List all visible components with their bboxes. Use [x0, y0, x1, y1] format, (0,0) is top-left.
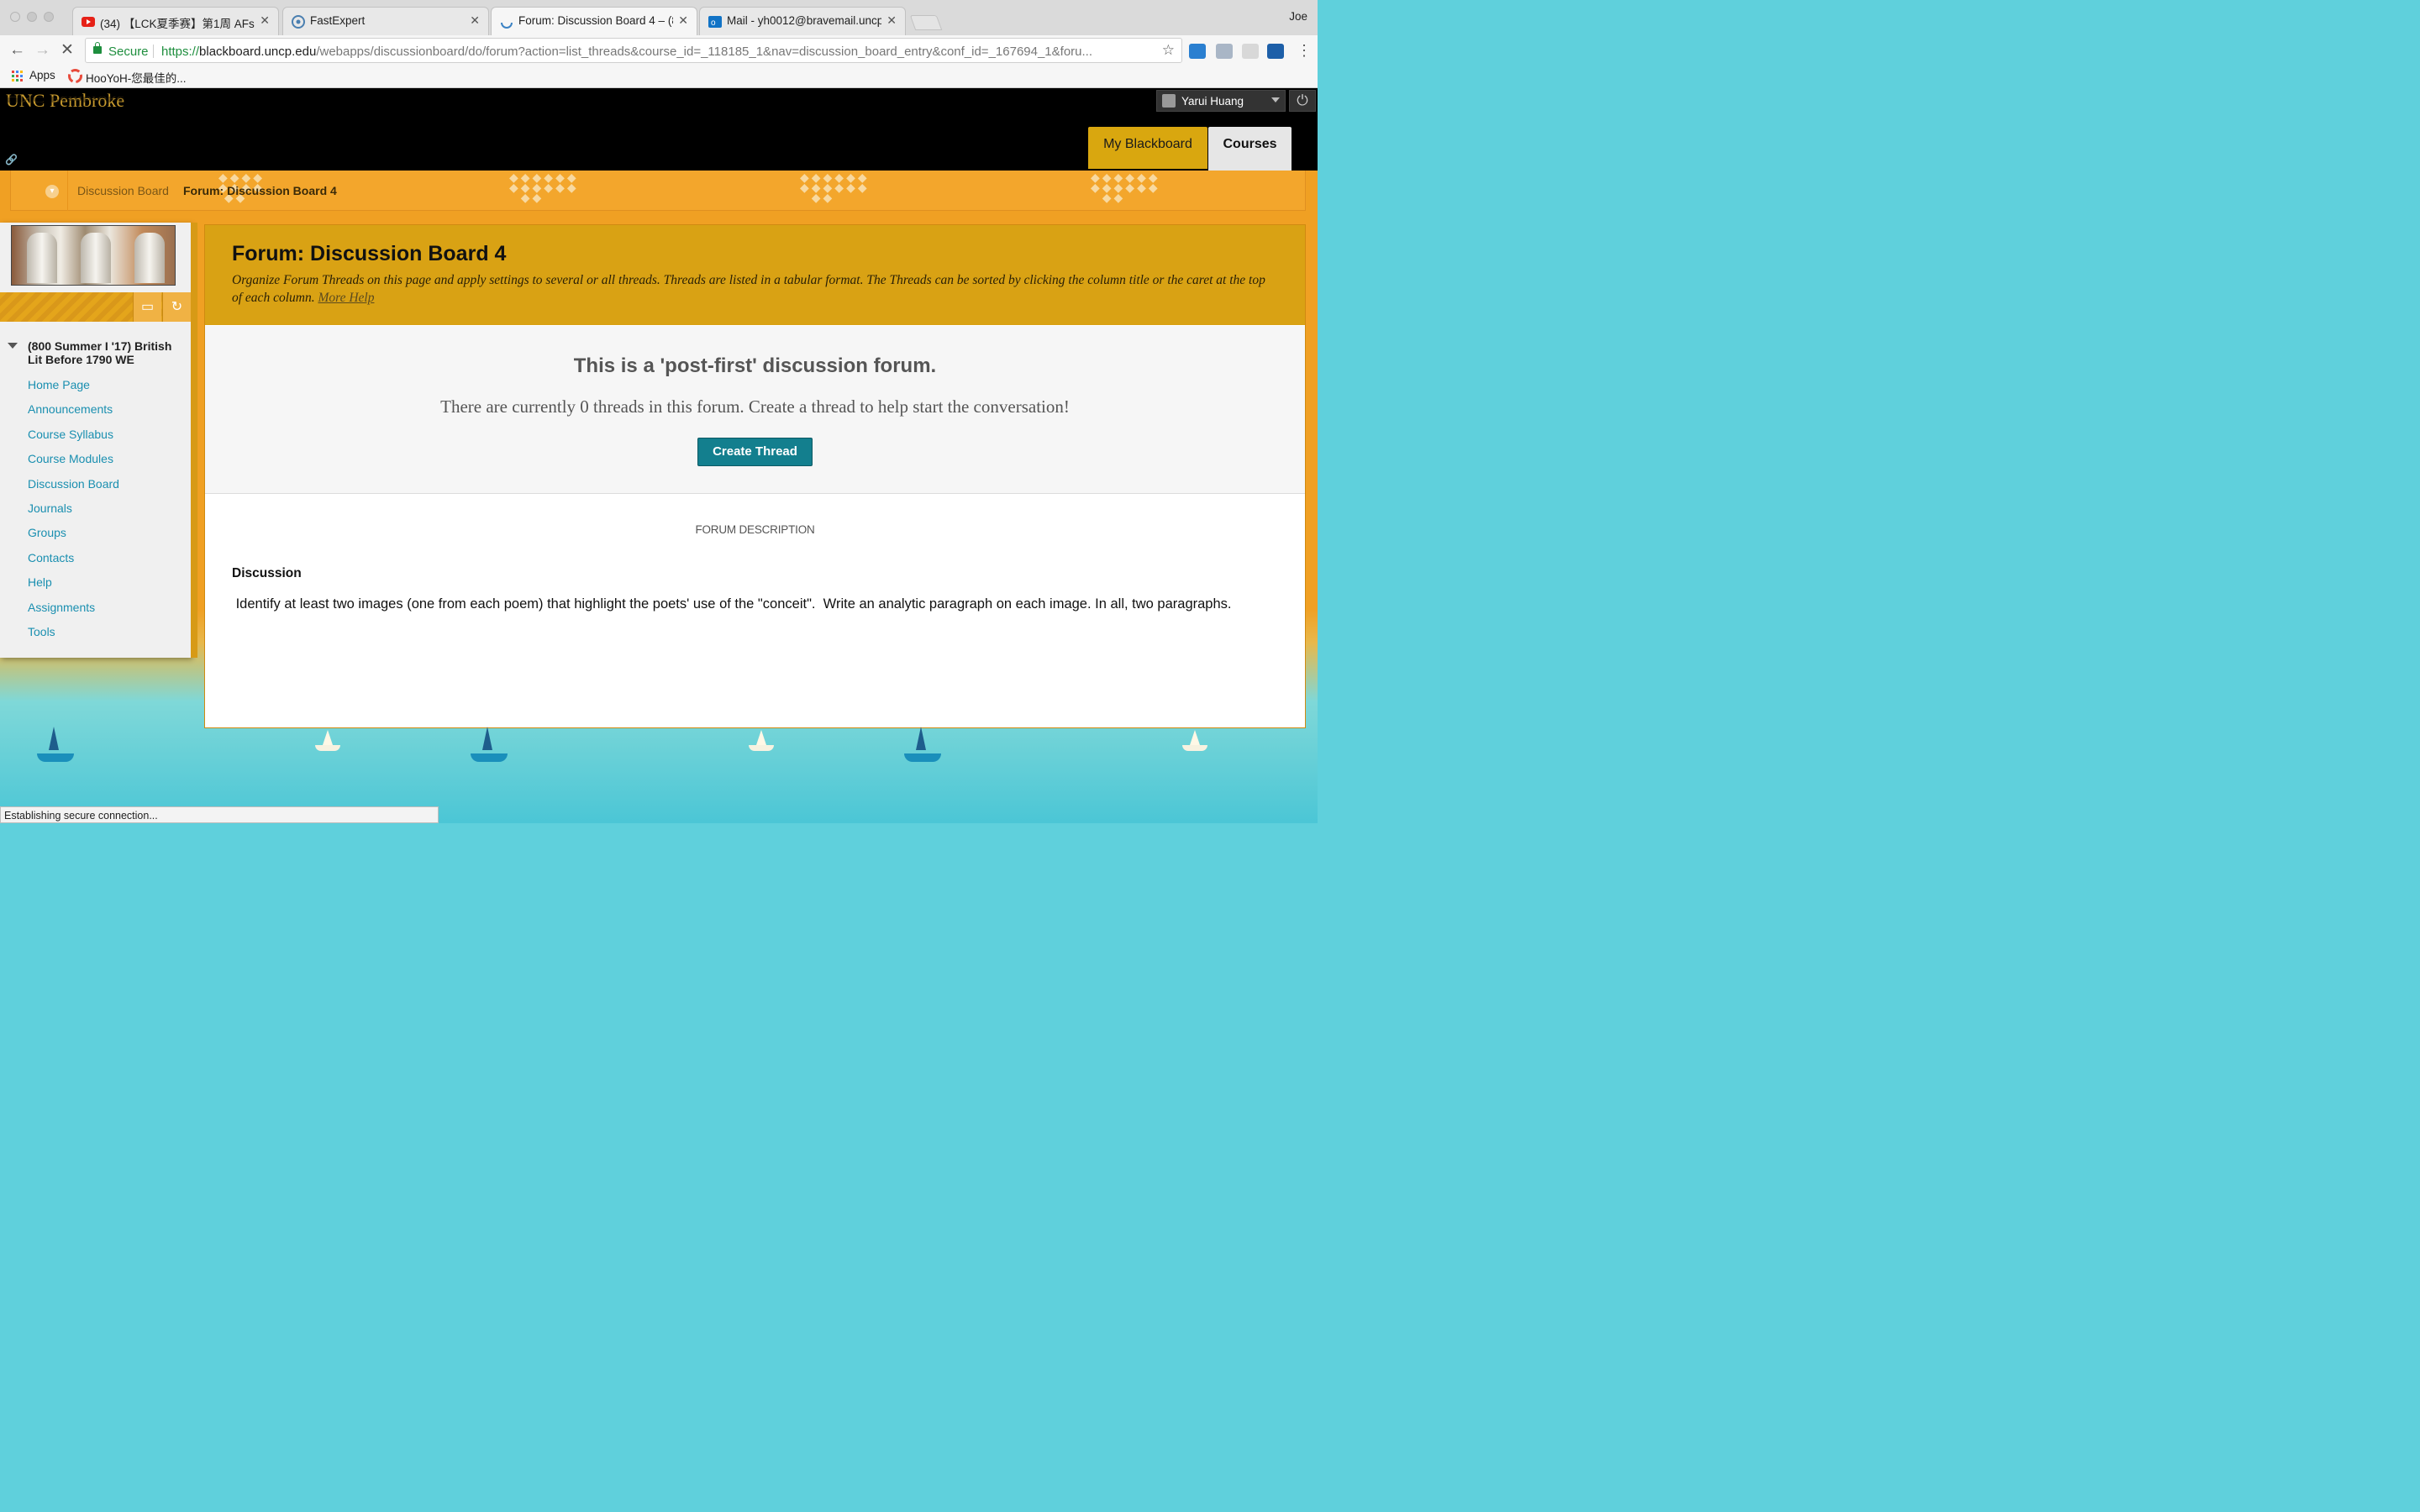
forward-arrow-icon[interactable]: →: [34, 42, 50, 59]
logo-reflection: UNC Pembroke: [6, 94, 125, 106]
address-bar[interactable]: Secure https://blackboard.uncp.edu/webap…: [85, 38, 1182, 63]
browser-tab-youtube[interactable]: (34) 【LCK夏季赛】第1周 AFs ✕: [72, 7, 279, 35]
close-tab-icon[interactable]: ✕: [260, 13, 270, 28]
browser-tab-fastexpert[interactable]: FastExpert ✕: [282, 7, 489, 35]
browser-profile-name[interactable]: Joe: [1289, 10, 1307, 23]
page-title: Forum: Discussion Board 4: [232, 242, 507, 265]
sailboat-decoration: [743, 727, 780, 769]
user-menu[interactable]: Yarui Huang: [1156, 90, 1286, 112]
sidebar-item-groups[interactable]: Groups: [28, 526, 66, 539]
sailboat-decoration: [1176, 727, 1213, 769]
avatar: [1162, 94, 1176, 108]
sailboat-decoration: [904, 727, 941, 769]
window-close-button[interactable]: [10, 12, 20, 22]
back-arrow-icon[interactable]: ←: [9, 42, 25, 59]
lock-icon: [93, 42, 102, 54]
decorative-dots: ◆◆◆◆◆◆ ◆◆◆◆◆◆ ◆◆: [1091, 171, 1160, 204]
sidebar-item-assignments[interactable]: Assignments: [28, 601, 95, 614]
youtube-icon: [82, 15, 95, 29]
tab-courses[interactable]: Courses: [1208, 127, 1292, 171]
close-tab-icon[interactable]: ✕: [678, 13, 688, 28]
sidebar-item-home-page[interactable]: Home Page: [28, 378, 90, 391]
post-first-notice: This is a 'post-first' discussion forum.…: [205, 326, 1305, 494]
close-tab-icon[interactable]: ✕: [886, 13, 897, 28]
svg-text:o: o: [711, 18, 716, 28]
hooyoh-icon: [68, 69, 82, 87]
forum-description-heading: Discussion: [232, 566, 302, 580]
user-name: Yarui Huang: [1181, 95, 1244, 108]
create-thread-button[interactable]: Create Thread: [697, 438, 813, 466]
sidebar-item-help[interactable]: Help: [28, 575, 52, 589]
power-icon[interactable]: ⏻: [1289, 90, 1316, 112]
url-text[interactable]: https://blackboard.uncp.edu/webapps/disc…: [161, 45, 1158, 59]
link-icon[interactable]: 🔗: [5, 154, 18, 165]
refresh-icon[interactable]: ↻: [162, 292, 191, 322]
sailboat-decoration: [37, 727, 74, 769]
close-tab-icon[interactable]: ✕: [470, 13, 480, 28]
address-divider: [153, 45, 154, 58]
forum-instructions: Organize Forum Threads on this page and …: [232, 273, 1265, 305]
bookmark-icon[interactable]: [1242, 44, 1259, 59]
decorative-dots: ◆◆◆◆◆◆ ◆◆◆◆◆◆ ◆◆: [800, 171, 870, 204]
course-title[interactable]: (800 Summer I '17) British Lit Before 17…: [28, 339, 183, 366]
new-tab-button[interactable]: [909, 15, 943, 30]
chevron-down-icon: [1271, 97, 1280, 102]
fastexpert-icon: [292, 15, 305, 29]
stop-loading-icon[interactable]: ✕: [60, 42, 74, 59]
sailboat-decoration: [471, 727, 508, 769]
sidebar-item-course-syllabus[interactable]: Course Syllabus: [28, 428, 113, 441]
sidebar-item-announcements[interactable]: Announcements: [28, 402, 113, 416]
blackboard-page: UNC Pembroke UNC Pembroke Yarui Huang ⏻ …: [0, 88, 1318, 823]
bookmark-apps[interactable]: Apps: [29, 69, 55, 81]
course-menu-edge: [191, 223, 197, 658]
sidebar-item-contacts[interactable]: Contacts: [28, 551, 74, 564]
decorative-dots: ◆◆◆◆◆◆ ◆◆◆◆◆◆ ◆◆: [509, 171, 579, 204]
browser-tab-strip: (34) 【LCK夏季赛】第1周 AFs ✕ FastExpert ✕ Foru…: [0, 0, 1318, 36]
apps-grid-icon: [12, 71, 24, 87]
breadcrumb-toggle-icon[interactable]: ▾: [45, 185, 59, 198]
clapper-icon[interactable]: [1267, 44, 1284, 59]
breadcrumb-item-discussion-board[interactable]: Discussion Board: [77, 184, 169, 197]
post-first-subtitle: There are currently 0 threads in this fo…: [440, 396, 1070, 417]
window-minimize-button[interactable]: [27, 12, 37, 22]
tab-my-blackboard[interactable]: My Blackboard: [1088, 127, 1207, 169]
browser-menu-icon[interactable]: ⋮: [1297, 42, 1312, 59]
collapse-triangle-icon[interactable]: [8, 343, 18, 349]
course-banner-image: [11, 225, 176, 286]
browser-tab-forum[interactable]: Forum: Discussion Board 4 – (8 ✕: [491, 7, 697, 36]
sidebar-item-tools[interactable]: Tools: [28, 625, 55, 638]
forum-header: Forum: Discussion Board 4 Organize Forum…: [205, 225, 1305, 325]
sidebar-item-journals[interactable]: Journals: [28, 501, 72, 515]
sailboat-decoration: [309, 727, 346, 769]
secure-label: Secure: [108, 45, 149, 59]
browser-toolbar: ← → ✕ Secure https://blackboard.uncp.edu…: [0, 35, 1318, 66]
site-header: UNC Pembroke UNC Pembroke Yarui Huang ⏻ …: [0, 88, 1318, 171]
folder-icon[interactable]: ▭: [133, 292, 161, 322]
bookmark-star-icon[interactable]: ☆: [1162, 42, 1175, 59]
browser-status-bar: Establishing secure connection...: [0, 806, 439, 823]
window-zoom-button[interactable]: [44, 12, 54, 22]
forum-description-label: FORUM DESCRIPTION: [695, 523, 815, 536]
lite-icon[interactable]: [1189, 44, 1206, 59]
more-help-link[interactable]: More Help: [318, 291, 374, 305]
bookmarks-bar: Apps HooYoH-您最佳的...: [0, 66, 1318, 88]
breadcrumb-item-current: Forum: Discussion Board 4: [183, 184, 337, 197]
forum-description-body: Identify at least two images (one from e…: [232, 596, 1232, 612]
forum-content-panel: Forum: Discussion Board 4 Organize Forum…: [204, 224, 1306, 728]
outlook-icon: o: [708, 15, 722, 29]
post-first-title: This is a 'post-first' discussion forum.: [573, 354, 937, 377]
puzzle-icon[interactable]: [1216, 44, 1233, 59]
sidebar-item-course-modules[interactable]: Course Modules: [28, 452, 113, 465]
bookmark-hooyoh[interactable]: HooYoH-您最佳的...: [86, 69, 187, 86]
browser-tab-mail[interactable]: o Mail - yh0012@bravemail.uncp ✕: [699, 7, 906, 35]
loading-spinner-icon: [500, 15, 513, 29]
sidebar-item-discussion-board[interactable]: Discussion Board: [28, 477, 119, 491]
breadcrumb-divider: [67, 171, 68, 211]
